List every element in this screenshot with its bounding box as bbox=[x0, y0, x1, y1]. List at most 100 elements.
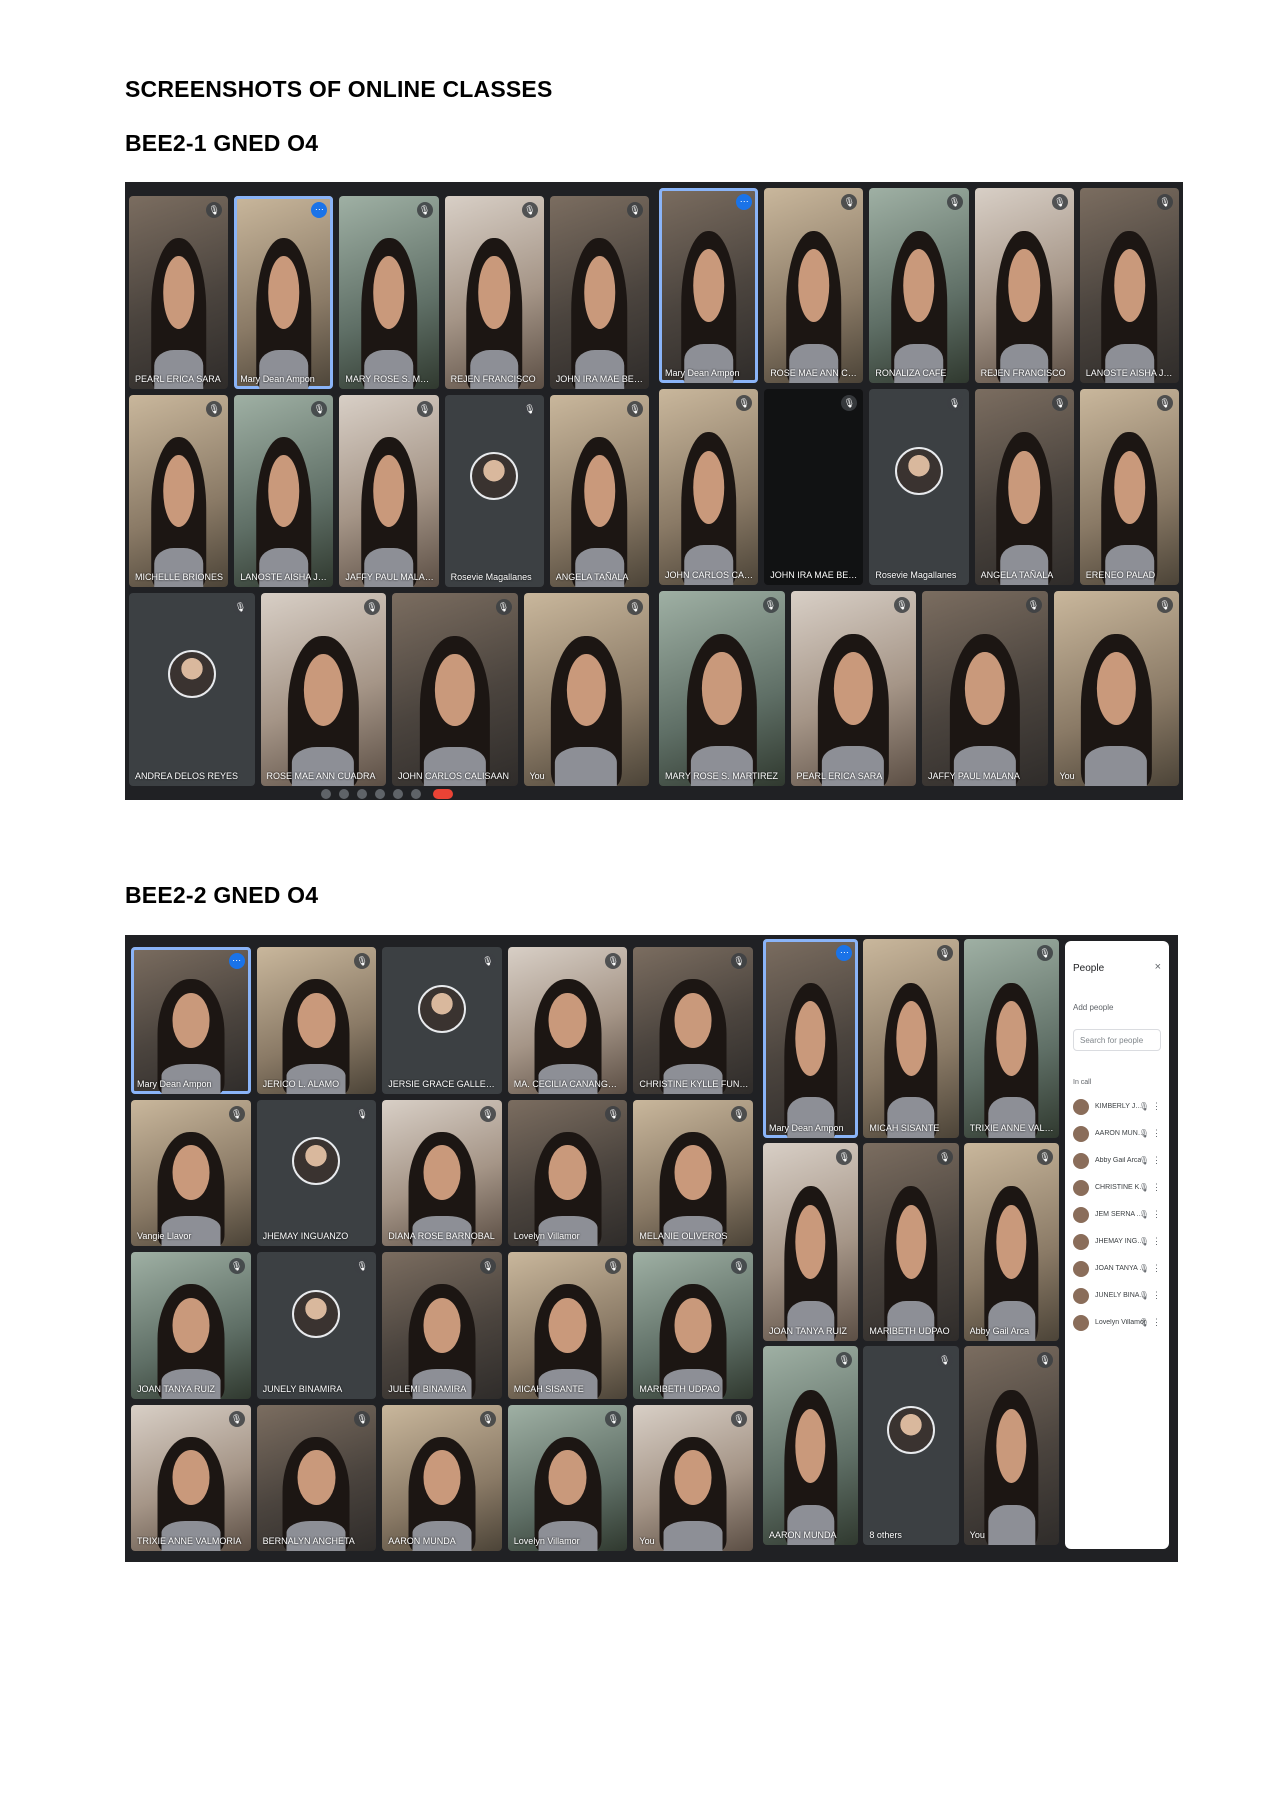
video-tile[interactable]: 🎙 Lovelyn Villamor bbox=[507, 1099, 628, 1246]
video-tile[interactable]: 🎙 MELANIE OLIVEROS bbox=[633, 1099, 753, 1246]
video-tile[interactable]: 🎙 PEARL ERICA SARA bbox=[790, 590, 916, 786]
end-call-button[interactable] bbox=[433, 789, 453, 799]
more-options-icon[interactable]: ⋮ bbox=[1152, 1317, 1161, 1328]
people-list-item[interactable]: JHEMAY INGUANZO🎙⋮ bbox=[1071, 1231, 1163, 1255]
video-tile[interactable]: 🎙 Rosevie Magallanes bbox=[444, 394, 544, 588]
people-list-item[interactable]: AARON MUNDA 🎙 ⋮ bbox=[1071, 1123, 1163, 1147]
control-button[interactable] bbox=[375, 789, 385, 799]
more-options-icon[interactable]: ⋮ bbox=[1152, 1155, 1161, 1166]
video-tile[interactable]: ⋯ Mary Dean Ampon bbox=[763, 939, 859, 1138]
people-list-item[interactable]: Lovelyn Villamor 🎙 ⋮ bbox=[1071, 1312, 1163, 1336]
video-tile[interactable]: 🎙 JOHN IRA MAE BERMUDEZ bbox=[549, 196, 649, 389]
video-tile[interactable]: ⋯ Mary Dean Ampon bbox=[131, 947, 251, 1094]
video-tile[interactable]: 🎙 MARIBETH UDPAO bbox=[633, 1252, 753, 1399]
avatar bbox=[1073, 1153, 1089, 1169]
video-tile[interactable]: 🎙 ERENEO PALAD bbox=[1079, 389, 1179, 585]
close-icon[interactable]: × bbox=[1155, 961, 1161, 973]
video-tile[interactable]: 🎙 MARY ROSE S. MARTIREZ bbox=[659, 590, 785, 786]
mic-muted-icon: 🎙 bbox=[1051, 194, 1068, 210]
video-tile[interactable]: 🎙 JOHN CARLOS CALISAAN bbox=[659, 389, 759, 585]
video-tile[interactable]: 🎙 ROSE MAE ANN CUADRA bbox=[764, 188, 864, 384]
video-tile[interactable]: 🎙 JOHN IRA MAE BERMUDEZ bbox=[764, 389, 864, 585]
control-button[interactable] bbox=[321, 789, 331, 799]
more-options-icon[interactable]: ⋮ bbox=[1152, 1290, 1161, 1301]
people-list-item[interactable]: KIMBERLY JOHN... (You)🎙⋮ bbox=[1071, 1096, 1163, 1120]
video-tile[interactable]: 🎙 MARIBETH UDPAO bbox=[863, 1142, 959, 1342]
control-button[interactable] bbox=[393, 789, 403, 799]
more-options-icon[interactable]: ⋮ bbox=[1152, 1236, 1161, 1247]
participant-video bbox=[884, 1186, 938, 1342]
more-options-icon[interactable]: ⋯ bbox=[311, 202, 328, 218]
participant-name: AARON MUNDA bbox=[769, 1529, 837, 1540]
video-tile[interactable]: 🎙 Lovelyn Villamor bbox=[507, 1404, 628, 1551]
participant-name: ANDREA DELOS REYES bbox=[135, 770, 239, 781]
video-tile[interactable]: 🎙 MICAH SISANTE bbox=[863, 939, 959, 1138]
video-tile[interactable]: 🎙 JERSIE GRACE GALLEGO bbox=[382, 947, 502, 1094]
video-tile[interactable]: 🎙 PEARL ERICA SARA bbox=[129, 196, 229, 389]
video-tile[interactable]: 🎙 RONALIZA CAFE bbox=[869, 188, 969, 384]
participant-avatar bbox=[292, 1137, 341, 1186]
video-tile[interactable]: 🎙 REJEN FRANCISCO bbox=[974, 188, 1074, 384]
video-tile[interactable]: 🎙 ANGELA TAÑALA bbox=[549, 394, 649, 588]
mic-muted-icon: 🎙 bbox=[605, 1410, 622, 1427]
add-people-button[interactable]: Add people bbox=[1073, 1003, 1113, 1012]
video-tile[interactable]: 🎙 JERICO L. ALAMO bbox=[256, 947, 377, 1094]
video-tile[interactable]: 🎙 You bbox=[633, 1404, 753, 1551]
more-options-icon[interactable]: ⋯ bbox=[736, 194, 753, 210]
video-tile[interactable]: 🎙 ANGELA TAÑALA bbox=[974, 389, 1074, 585]
video-tile[interactable]: 🎙 You bbox=[1053, 590, 1179, 786]
more-options-icon[interactable]: ⋮ bbox=[1152, 1101, 1161, 1112]
more-options-icon[interactable]: ⋮ bbox=[1152, 1263, 1161, 1274]
video-tile[interactable]: 🎙 Abby Gail Arca bbox=[963, 1142, 1059, 1342]
more-options-icon[interactable]: ⋮ bbox=[1152, 1209, 1161, 1220]
video-tile[interactable]: 🎙 JULEMI BINAMIRA bbox=[382, 1252, 502, 1399]
people-list-item[interactable]: JOAN TANYA RUIZ🎙⋮ bbox=[1071, 1258, 1163, 1282]
video-tile[interactable]: 🎙 AARON MUNDA bbox=[382, 1404, 502, 1551]
video-tile[interactable]: 🎙 AARON MUNDA bbox=[763, 1346, 859, 1545]
video-tile[interactable]: 🎙 BERNALYN ANCHETA bbox=[256, 1404, 377, 1551]
people-list-item[interactable]: JUNELY BINAMIRA🎙⋮ bbox=[1071, 1285, 1163, 1309]
participant-name: JOHN CARLOS CALISAAN bbox=[665, 569, 754, 580]
video-tile[interactable]: 🎙 CHRISTINE KYLLE FUNTILAR bbox=[633, 947, 753, 1094]
more-options-icon[interactable]: ⋯ bbox=[836, 945, 853, 961]
video-tile[interactable]: 🎙 TRIXIE ANNE VALMORIA bbox=[131, 1404, 251, 1551]
video-tile[interactable]: 🎙 JOAN TANYA RUIZ bbox=[131, 1252, 251, 1399]
people-list-item[interactable]: CHRISTINE KYLLE FUNTIL...🎙⋮ bbox=[1071, 1177, 1163, 1201]
video-tile[interactable]: 🎙 TRIXIE ANNE VALMORIA bbox=[963, 939, 1059, 1138]
video-tile[interactable]: 🎙 You bbox=[523, 593, 649, 786]
video-tile[interactable]: 🎙 MICHELLE BRIONES bbox=[129, 394, 229, 588]
people-list-item[interactable]: JEM SERNA ABENOJA🎙⋮ bbox=[1071, 1204, 1163, 1228]
video-tile[interactable]: 🎙 LANOSTE AISHA JOICE bbox=[1079, 188, 1179, 384]
video-tile[interactable]: 🎙 You bbox=[963, 1346, 1059, 1545]
control-button[interactable] bbox=[357, 789, 367, 799]
video-tile[interactable]: 🎙 LANOSTE AISHA JOICE bbox=[234, 394, 334, 588]
video-tile[interactable]: 🎙 Rosevie Magallanes bbox=[869, 389, 969, 585]
video-tile[interactable]: 🎙 JUNELY BINAMIRA bbox=[256, 1252, 377, 1399]
control-button[interactable] bbox=[411, 789, 421, 799]
video-tile[interactable]: 🎙 ROSE MAE ANN CUADRA bbox=[260, 593, 386, 786]
participant-name: AARON MUNDA bbox=[388, 1536, 456, 1546]
video-tile[interactable]: 🎙 MICAH SISANTE bbox=[507, 1252, 628, 1399]
participant-video bbox=[534, 979, 602, 1094]
video-tile[interactable]: 🎙 JHEMAY INGUANZO bbox=[256, 1099, 377, 1246]
video-tile[interactable]: 🎙 JOHN CARLOS CALISAAN bbox=[392, 593, 518, 786]
participant-name: JERSIE GRACE GALLEGO bbox=[388, 1078, 498, 1089]
video-tile[interactable]: 🎙 Vangie Llavor bbox=[131, 1099, 251, 1246]
control-button[interactable] bbox=[339, 789, 349, 799]
video-tile[interactable]: 🎙 JAFFY PAUL MALANA bbox=[922, 590, 1048, 786]
video-tile[interactable]: 🎙 8 others bbox=[863, 1346, 959, 1545]
people-list-item[interactable]: Abby Gail Arca 🎙 ⋮ bbox=[1071, 1150, 1163, 1174]
video-tile[interactable]: 🎙 JOAN TANYA RUIZ bbox=[763, 1142, 859, 1342]
video-tile[interactable]: 🎙 MA. CECILIA CANANGGA CANA... bbox=[507, 947, 628, 1094]
video-tile[interactable]: 🎙 JAFFY PAUL MALANA bbox=[339, 394, 439, 588]
video-tile[interactable]: 🎙 MARY ROSE S. MARTIREZ bbox=[339, 196, 439, 389]
more-options-icon[interactable]: ⋮ bbox=[1152, 1128, 1161, 1139]
more-options-icon[interactable]: ⋯ bbox=[228, 953, 245, 969]
video-tile[interactable]: 🎙 REJEN FRANCISCO bbox=[444, 196, 544, 389]
video-tile[interactable]: 🎙 ANDREA DELOS REYES bbox=[129, 593, 255, 786]
video-tile[interactable]: ⋯ Mary Dean Ampon bbox=[234, 196, 334, 389]
people-search-input[interactable]: Search for people bbox=[1073, 1029, 1161, 1051]
more-options-icon[interactable]: ⋮ bbox=[1152, 1182, 1161, 1193]
video-tile[interactable]: 🎙 DIANA ROSE BARNOBAL bbox=[382, 1099, 502, 1246]
video-tile[interactable]: ⋯ Mary Dean Ampon bbox=[659, 188, 759, 384]
